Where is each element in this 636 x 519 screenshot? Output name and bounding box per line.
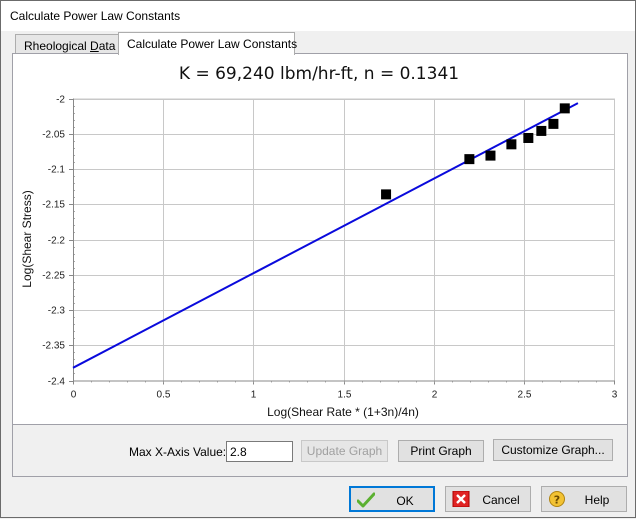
y-tick-label: -2.35 [42,341,65,352]
svg-text:?: ? [554,494,560,507]
data-point [559,103,570,114]
y-tick-label: -2.15 [42,200,65,211]
max-x-axis-label: Max X-Axis Value: [129,445,227,459]
x-tick-label: 1.5 [338,390,352,401]
data-point [506,139,517,150]
x-axis-label: Log(Shear Rate * (1+3n)/4n) [267,405,419,419]
y-tick-label: -2 [56,95,65,106]
x-tick-label: 2 [432,390,438,401]
customize-graph-button[interactable]: Customize Graph... [493,439,613,461]
data-point [536,125,547,136]
y-tick-label: -2.3 [48,306,66,317]
x-tick-label: 1 [251,390,257,401]
cancel-button[interactable]: Cancel [445,486,531,512]
ok-button[interactable]: OK [349,486,435,512]
x-tick-label: 3 [612,390,618,401]
close-x-icon [452,491,470,507]
fit-line [72,102,579,369]
chart-title: K = 69,240 lbm/hr-ft, n = 0.1341 [179,64,459,84]
data-point [381,189,392,200]
help-label: Help [584,493,610,507]
data-point [523,132,534,143]
max-x-axis-input[interactable] [226,441,293,462]
help-question-icon: ? [549,491,565,507]
y-tick-label: -2.4 [48,377,66,388]
print-graph-button[interactable]: Print Graph [398,440,484,462]
y-tick-label: -2.05 [42,130,65,141]
x-tick-label: 0.5 [157,390,171,401]
help-button[interactable]: ? Help [541,486,627,512]
y-axis-label: Log(Shear Stress) [20,190,34,287]
dialog-window: Calculate Power Law Constants Rheologica… [0,0,636,518]
cancel-label: Cancel [482,493,520,507]
update-graph-button[interactable]: Update Graph [301,440,388,462]
series [72,102,579,369]
tab-label: Calculate Power Law Constants [127,37,298,51]
data-point [548,118,559,129]
data-point [464,154,475,165]
x-tick-label: 2.5 [518,390,532,401]
data-point [485,150,496,161]
tab-calculate-power-law-constants[interactable]: Calculate Power Law Constants [118,32,298,55]
y-tick-label: -2.1 [48,165,66,176]
checkmark-icon [357,492,375,508]
tab-panel: 0 0.5 1 1.5 2 2.5 3 -2 -2.05 -2.1 -2.15 -2.2 -2.25 -2… [12,53,628,477]
x-tick-label: 0 [71,390,77,401]
chart-area: 0 0.5 1 1.5 2 2.5 3 -2 -2.05 -2.1 -2.15 -2.2 -2.25 -2… [13,54,627,425]
y-tick-label: -2.25 [42,271,65,282]
y-tick-label: -2.2 [48,236,66,247]
ok-label: OK [396,494,414,508]
